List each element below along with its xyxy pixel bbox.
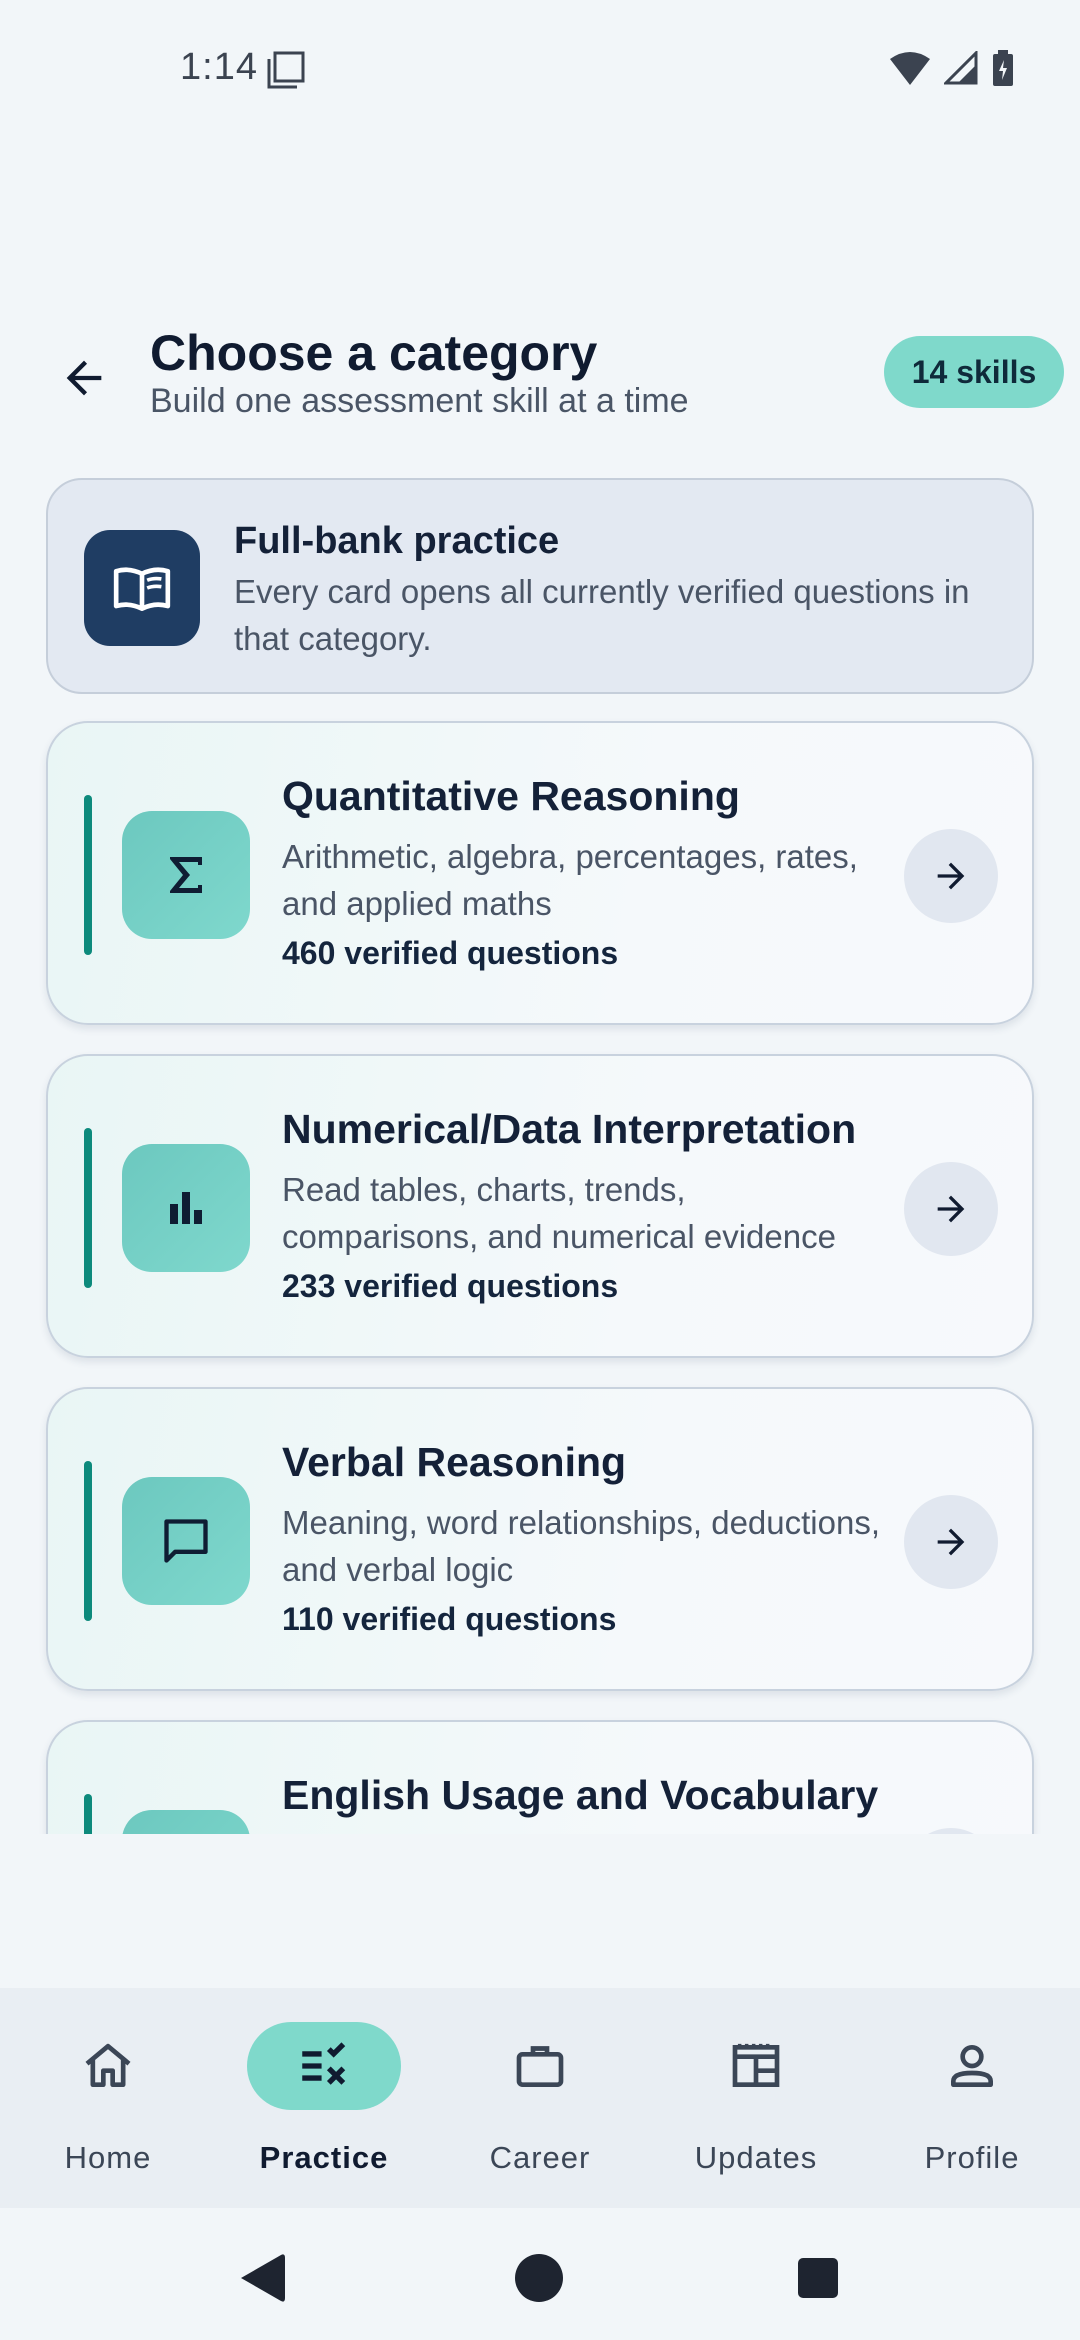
category-title: Verbal Reasoning	[282, 1439, 627, 1485]
category-description: Read tables, charts, trends, comparisons…	[282, 1171, 836, 1255]
chat-bubble-icon	[122, 1477, 250, 1605]
open-category-button[interactable]	[904, 1828, 998, 1834]
system-recents-button[interactable]	[788, 2248, 848, 2308]
nav-label: Home	[64, 2140, 152, 2175]
category-description: Meaning, word relationships, deductions,…	[282, 1504, 881, 1588]
arrow-forward-icon	[937, 1195, 965, 1223]
open-category-button[interactable]	[904, 1162, 998, 1256]
briefcase-icon	[463, 2022, 617, 2110]
nav-item-career[interactable]: Career	[432, 1988, 648, 2208]
category-question-count: 233 verified questions	[282, 1268, 619, 1304]
circle-home-icon	[515, 2254, 563, 2302]
info-card-title: Full-bank practice	[234, 520, 560, 562]
category-accent-bar	[84, 1794, 92, 1834]
status-icons	[890, 50, 1014, 86]
triangle-back-icon	[241, 2254, 285, 2302]
category-list[interactable]: Quantitative Reasoning Arithmetic, algeb…	[0, 718, 1080, 1834]
arrow-back-icon	[66, 360, 102, 396]
back-button[interactable]	[48, 342, 120, 414]
category-accent-bar	[84, 795, 92, 955]
signal-icon	[944, 51, 978, 85]
category-title: English Usage and Vocabulary	[282, 1772, 879, 1818]
battery-icon	[993, 50, 1013, 86]
open-book-icon	[84, 530, 200, 646]
nav-label: Practice	[259, 2140, 389, 2175]
category-card-verbal-reasoning[interactable]: Verbal Reasoning Meaning, word relations…	[46, 1387, 1034, 1691]
nav-label: Updates	[694, 2140, 818, 2175]
status-time: 1:14	[180, 46, 258, 88]
full-bank-info-card: Full-bank practice Every card opens all …	[46, 478, 1034, 694]
book-icon	[122, 1810, 250, 1834]
page-header: Choose a category Build one assessment s…	[0, 318, 1080, 428]
category-card-english-usage-vocabulary[interactable]: English Usage and Vocabulary	[46, 1720, 1034, 1834]
page-title: Choose a category	[150, 325, 598, 381]
wifi-icon	[890, 52, 930, 85]
newspaper-icon	[679, 2022, 833, 2110]
nav-label: Profile	[924, 2140, 1020, 2175]
category-question-count: 110 verified questions	[282, 1601, 617, 1637]
arrow-forward-icon	[937, 1528, 965, 1556]
skills-count-badge: 14 skills	[884, 336, 1064, 408]
category-description: Arithmetic, algebra, percentages, rates,…	[282, 838, 858, 922]
square-recents-icon	[798, 2258, 838, 2298]
person-icon	[895, 2022, 1049, 2110]
nav-item-practice[interactable]: Practice	[216, 1988, 432, 2208]
open-category-button[interactable]	[904, 829, 998, 923]
bottom-navigation: Home Practice Career Updates Profile	[0, 1988, 1080, 2208]
home-icon	[31, 2022, 185, 2110]
screenshot-icon	[266, 50, 306, 90]
nav-label: Career	[489, 2140, 591, 2175]
practice-icon	[247, 2022, 401, 2110]
category-accent-bar	[84, 1461, 92, 1621]
category-title: Numerical/Data Interpretation	[282, 1106, 857, 1152]
open-category-button[interactable]	[904, 1495, 998, 1589]
info-card-description: Every card opens all currently verified …	[234, 573, 970, 657]
status-bar: 1:14	[0, 0, 1080, 140]
arrow-forward-icon	[937, 862, 965, 890]
system-back-button[interactable]	[232, 2248, 292, 2308]
category-question-count: 460 verified questions	[282, 935, 619, 971]
nav-item-home[interactable]: Home	[0, 1988, 216, 2208]
nav-item-updates[interactable]: Updates	[648, 1988, 864, 2208]
sigma-icon	[122, 811, 250, 939]
system-navigation-bar	[0, 2208, 1080, 2340]
category-card-quantitative-reasoning[interactable]: Quantitative Reasoning Arithmetic, algeb…	[46, 721, 1034, 1025]
category-card-numerical-data-interpretation[interactable]: Numerical/Data Interpretation Read table…	[46, 1054, 1034, 1358]
category-title: Quantitative Reasoning	[282, 773, 740, 819]
system-home-button[interactable]	[509, 2248, 569, 2308]
category-accent-bar	[84, 1128, 92, 1288]
bar-chart-icon	[122, 1144, 250, 1272]
page-subtitle: Build one assessment skill at a time	[150, 382, 689, 420]
nav-item-profile[interactable]: Profile	[864, 1988, 1080, 2208]
